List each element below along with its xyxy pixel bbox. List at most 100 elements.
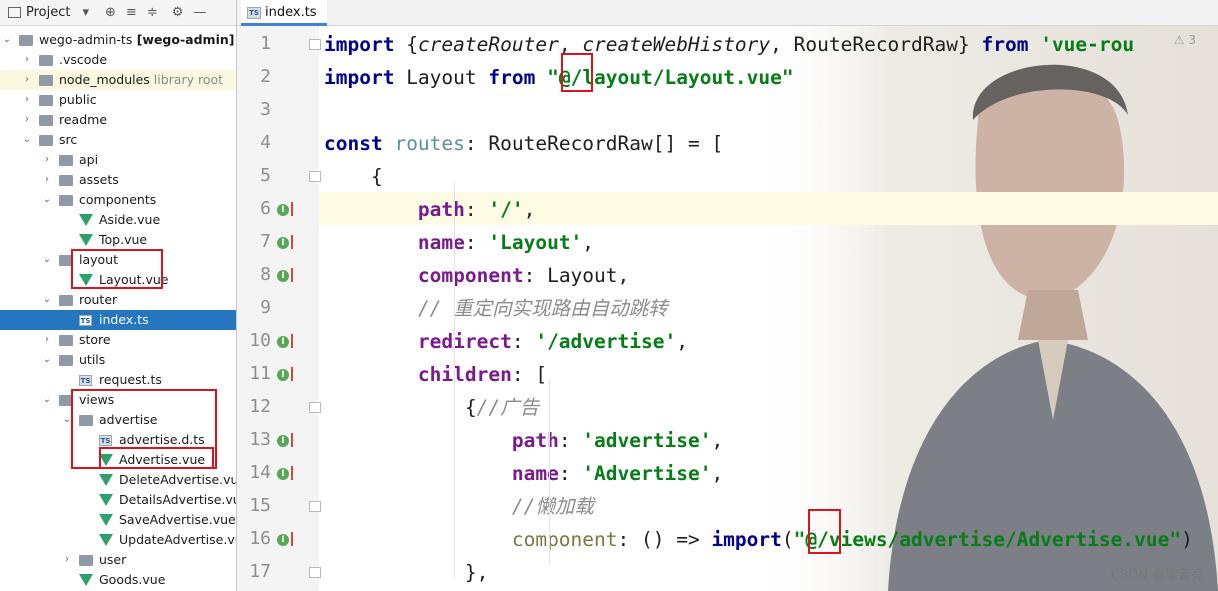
tree-item-label: DeleteAdvertise.vue: [119, 472, 237, 487]
tree-item[interactable]: DeleteAdvertise.vue: [0, 470, 236, 490]
implements-marker-icon[interactable]: I: [277, 433, 293, 447]
tree-item[interactable]: UpdateAdvertise.vue: [0, 530, 236, 550]
editor-tab-bar: TS index.ts: [237, 0, 1218, 26]
folder-icon: [39, 55, 53, 66]
vue-file-icon: [79, 234, 93, 246]
tree-item-label: Top.vue: [99, 232, 148, 247]
chevron-right-icon[interactable]: ›: [22, 70, 32, 90]
vue-file-icon: [79, 574, 93, 586]
implements-marker-icon[interactable]: I: [277, 367, 293, 381]
code-line: // 重定向实现路由自动跳转: [417, 297, 668, 320]
line-number: 14: [249, 462, 271, 483]
chevron-right-icon[interactable]: ›: [22, 50, 32, 70]
code-line: import {createRouter, createWebHistory, …: [324, 33, 1135, 56]
project-toolbar: Project ▾ ⊕ ≡ ≑ ⚙ —: [0, 0, 236, 26]
line-number: 1: [260, 33, 271, 54]
chevron-right-icon[interactable]: ›: [22, 110, 32, 130]
chevron-down-icon[interactable]: ⌄: [42, 390, 52, 410]
line-number: 11: [249, 363, 271, 384]
tree-item[interactable]: ⌄ utils: [0, 350, 236, 370]
folder-icon: [59, 335, 73, 346]
tree-item[interactable]: Goods.vue: [0, 570, 236, 590]
chevron-down-icon[interactable]: ⌄: [42, 350, 52, 370]
tree-item-label: UpdateAdvertise.vue: [119, 532, 236, 547]
chevron-down-icon[interactable]: ⌄: [42, 250, 52, 270]
code-line: //懒加载: [511, 495, 594, 518]
tree-item[interactable]: DetailsAdvertise.vue: [0, 490, 236, 510]
chevron-down-icon[interactable]: ⌄: [42, 190, 52, 210]
line-number: 17: [249, 561, 271, 582]
gear-icon[interactable]: ⚙: [172, 5, 184, 20]
tree-item-label: Aside.vue: [99, 212, 161, 227]
expand-all-icon[interactable]: ≡: [126, 5, 137, 20]
code-line: },: [324, 561, 489, 584]
inspection-widget[interactable]: ⚠ 3: [1174, 33, 1196, 47]
locate-icon[interactable]: ⊕: [105, 5, 116, 20]
tree-item[interactable]: Aside.vue: [0, 210, 236, 230]
line-number: 6: [260, 198, 271, 219]
folder-icon: [59, 195, 73, 206]
folder-icon: [39, 135, 53, 146]
tree-item-label: components: [79, 192, 157, 207]
chevron-down-icon[interactable]: ▾: [82, 5, 89, 20]
tree-item[interactable]: › readme: [0, 110, 236, 130]
tree-item[interactable]: › api: [0, 150, 236, 170]
implements-marker-icon[interactable]: I: [277, 268, 293, 282]
tree-item[interactable]: ⌄ router: [0, 290, 236, 310]
tree-item-label: user: [99, 552, 127, 567]
chevron-right-icon[interactable]: ›: [42, 170, 52, 190]
line-number: 10: [249, 330, 271, 351]
implements-marker-icon[interactable]: I: [277, 202, 293, 216]
implements-marker-icon[interactable]: I: [277, 235, 293, 249]
code-line: {//广告: [324, 396, 540, 419]
tree-item[interactable]: TS request.ts: [0, 370, 236, 390]
tree-item[interactable]: › store: [0, 330, 236, 350]
tree-item[interactable]: ⌄ wego-admin-ts [wego-admin] E:\: [0, 30, 236, 50]
line-number: 3: [260, 99, 271, 120]
tree-item[interactable]: › user: [0, 550, 236, 570]
watermark: CSDN @梁云亮: [1110, 568, 1204, 583]
code-line: path: '/',: [417, 198, 536, 221]
collapse-all-icon[interactable]: ≑: [147, 5, 158, 20]
chevron-right-icon[interactable]: ›: [42, 150, 52, 170]
tab-index-ts[interactable]: TS index.ts: [241, 0, 327, 26]
chevron-right-icon[interactable]: ›: [62, 550, 72, 570]
tree-item-label: .vscode: [59, 52, 108, 67]
tree-item[interactable]: › public: [0, 90, 236, 110]
implements-marker-icon[interactable]: I: [277, 466, 293, 480]
ts-file-icon: TS: [79, 315, 92, 326]
tree-item-label: router: [79, 292, 118, 307]
code-area[interactable]: import {createRouter, createWebHistory, …: [319, 26, 1218, 591]
folder-icon: [59, 355, 73, 366]
highlight-box-layout: [71, 249, 163, 289]
tree-item-label: request.ts: [99, 372, 162, 387]
tree-item-label: public: [59, 92, 97, 107]
chevron-down-icon[interactable]: ⌄: [22, 130, 32, 150]
tree-item[interactable]: SaveAdvertise.vue: [0, 510, 236, 530]
tree-item[interactable]: Top.vue: [0, 230, 236, 250]
tree-item[interactable]: ⌄ components: [0, 190, 236, 210]
project-view-selector[interactable]: Project: [26, 5, 70, 20]
folder-icon: [59, 295, 73, 306]
line-number: 7: [260, 231, 271, 252]
chevron-down-icon[interactable]: ⌄: [42, 290, 52, 310]
code-line: import Layout from "@/layout/Layout.vue": [324, 66, 794, 89]
tree-item-label: assets: [79, 172, 119, 187]
implements-marker-icon[interactable]: I: [277, 334, 293, 348]
chevron-down-icon[interactable]: ⌄: [2, 30, 12, 50]
line-number-gutter: 1 2 3 4 5 6 I 7 I 8 I 9 10 I 11 I 12 13 I 14 I 15 16 I 17: [237, 26, 321, 591]
tree-item[interactable]: ⌄ src: [0, 130, 236, 150]
implements-marker-icon[interactable]: I: [277, 532, 293, 546]
tree-item-label: wego-admin-ts [wego-admin] E:\: [39, 30, 236, 50]
line-number: 12: [249, 396, 271, 417]
chevron-right-icon[interactable]: ›: [42, 330, 52, 350]
tree-item[interactable]: TS index.ts: [0, 310, 236, 330]
chevron-right-icon[interactable]: ›: [22, 90, 32, 110]
line-number: 8: [260, 264, 271, 285]
tree-item[interactable]: › assets: [0, 170, 236, 190]
tree-item[interactable]: › node_modules library root: [0, 70, 236, 90]
code-line: name: 'Advertise',: [511, 462, 724, 485]
tree-item[interactable]: › .vscode: [0, 50, 236, 70]
line-number: 2: [260, 66, 271, 87]
hide-icon[interactable]: —: [193, 5, 206, 20]
